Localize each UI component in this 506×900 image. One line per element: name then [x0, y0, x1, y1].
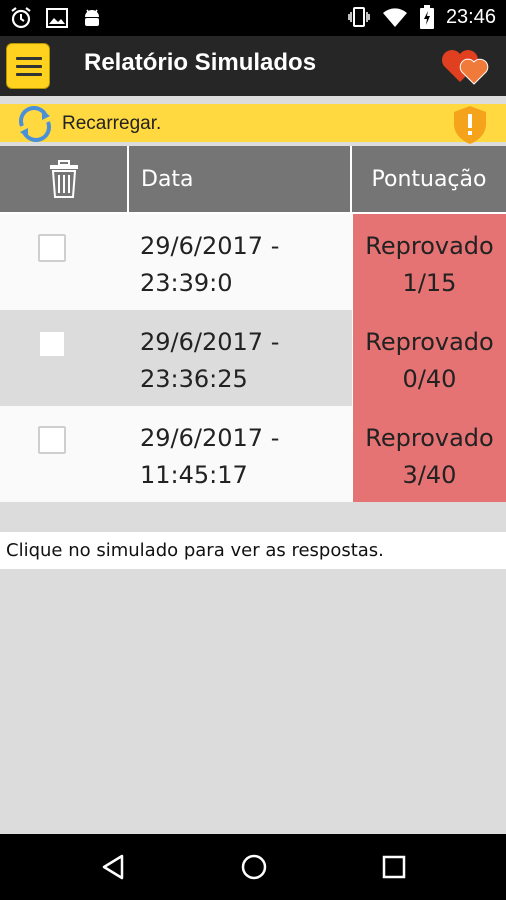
hamburger-line: [16, 73, 42, 76]
hint-text: Clique no simulado para ver as respostas…: [0, 532, 506, 569]
results-table: Data Pontuação 29/6/2017 - 23:39:0 Repro…: [0, 146, 506, 502]
score-cell: Reprovado 0/40: [352, 310, 506, 406]
image-icon: [46, 8, 68, 28]
android-icon: [85, 9, 99, 26]
date-column-header: Data: [129, 146, 352, 212]
status-text: Reprovado: [365, 232, 494, 260]
score-cell: Reprovado 1/15: [352, 214, 506, 310]
score-text: 3/40: [402, 461, 457, 489]
date-cell: 29/6/2017 - 23:36:25: [129, 310, 352, 406]
battery-icon: [419, 5, 434, 29]
hamburger-line: [16, 65, 42, 68]
table-row[interactable]: 29/6/2017 - 23:39:0 Reprovado 1/15: [0, 214, 506, 310]
date-text: 29/6/2017 -: [140, 424, 280, 452]
score-text: 0/40: [402, 365, 457, 393]
table-row[interactable]: 29/6/2017 - 23:36:25 Reprovado 0/40: [0, 310, 506, 406]
app-bar: Relatório Simulados: [0, 36, 506, 96]
warning-shield-icon[interactable]: [450, 104, 490, 146]
table-row[interactable]: 29/6/2017 - 11:45:17 Reprovado 3/40: [0, 406, 506, 502]
page-title: Relatório Simulados: [84, 49, 317, 76]
recents-icon[interactable]: [381, 853, 407, 881]
home-icon[interactable]: [240, 853, 268, 881]
status-time: 23:46: [445, 5, 496, 28]
hamburger-menu-icon: [16, 57, 42, 60]
row-checkbox[interactable]: [38, 234, 66, 262]
time-text: 23:39:0: [140, 269, 233, 297]
checkbox-cell: [0, 310, 129, 406]
date-cell: 29/6/2017 - 11:45:17: [129, 406, 352, 502]
table-header: Data Pontuação: [0, 146, 506, 214]
status-bar: 23:46: [0, 0, 506, 36]
reload-label[interactable]: Recarregar.: [62, 113, 161, 135]
row-checkbox[interactable]: [38, 330, 66, 358]
navigation-bar: [0, 834, 506, 900]
delete-column-header[interactable]: [0, 146, 129, 212]
back-icon[interactable]: [100, 853, 126, 881]
score-cell: Reprovado 3/40: [352, 406, 506, 502]
score-column-header: Pontuação: [371, 166, 487, 192]
checkbox-cell: [0, 406, 129, 502]
status-text: Reprovado: [365, 424, 494, 452]
time-text: 11:45:17: [140, 461, 248, 489]
date-cell: 29/6/2017 - 23:39:0: [129, 214, 352, 310]
checkbox-cell: [0, 214, 129, 310]
status-text: Reprovado: [365, 328, 494, 356]
reload-icon[interactable]: [14, 106, 56, 142]
vibrate-icon: [348, 7, 370, 27]
reload-bar[interactable]: Recarregar.: [0, 104, 506, 144]
time-text: 23:36:25: [140, 365, 248, 393]
menu-button[interactable]: [6, 43, 50, 89]
wifi-icon: [382, 8, 407, 27]
alarm-icon: [11, 7, 31, 29]
date-text: 29/6/2017 -: [140, 232, 280, 260]
row-checkbox[interactable]: [38, 426, 66, 454]
trash-icon[interactable]: [49, 160, 79, 198]
date-text: 29/6/2017 -: [140, 328, 280, 356]
hearts-icon[interactable]: [440, 46, 492, 86]
score-text: 1/15: [402, 269, 457, 297]
